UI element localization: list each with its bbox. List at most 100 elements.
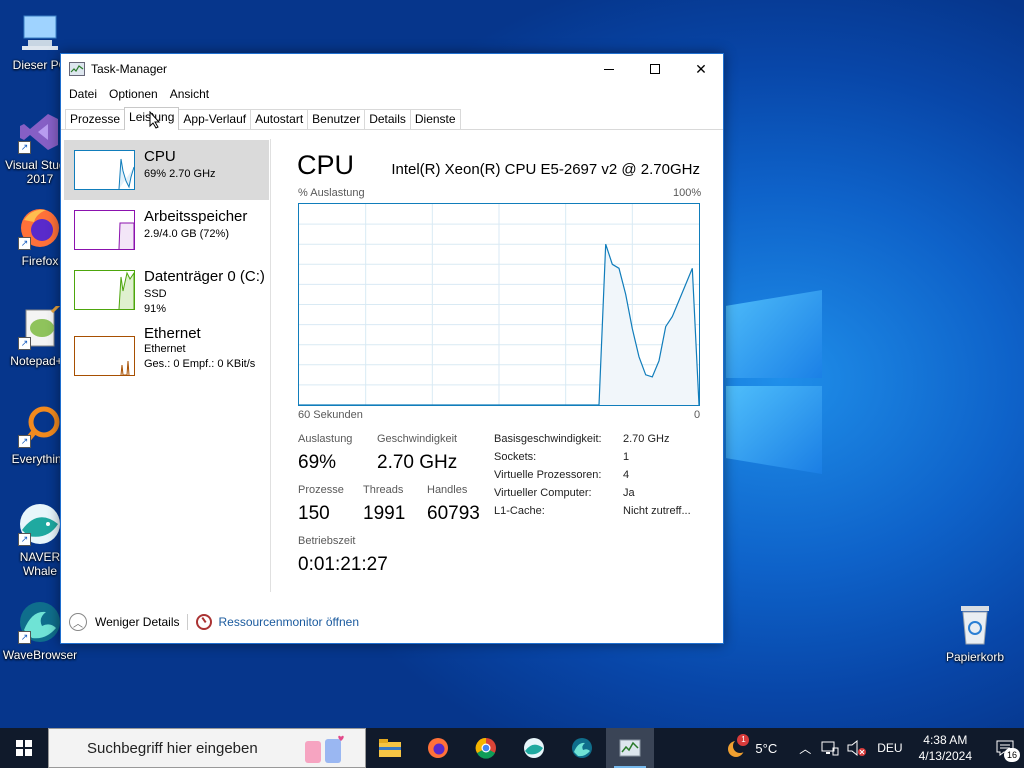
firefox-icon: ↗ [18,206,62,250]
shortcut-arrow-icon: ↗ [18,533,31,546]
weather-temperature[interactable]: 5°C [755,741,777,756]
taskbar-wavebrowser[interactable] [558,728,606,768]
taskbar-task-manager[interactable] [606,728,654,768]
menu-bar: Datei Optionen Ansicht [61,84,723,104]
recycle-bin-icon [953,602,997,646]
cpu-heading: CPU [297,150,355,180]
sidebar-ethernet-line1: Ethernet [144,343,186,355]
notepadpp-icon: ↗ [18,300,64,350]
clock[interactable]: 4:38 AM 4/13/2024 [919,732,972,764]
detail-key: Basisgeschwindigkeit: [494,433,602,445]
taskbar-chrome[interactable] [462,728,510,768]
search-placeholder: Suchbegriff hier eingeben [87,739,258,757]
taskbar-search-box[interactable]: Suchbegriff hier eingeben [48,728,366,768]
maximize-button[interactable] [632,54,678,84]
detail-value: 1 [623,451,630,463]
mouse-cursor-icon [149,111,161,129]
title-bar[interactable]: Task-Manager ✕ [61,54,723,84]
desktop-icon-label: Papierkorb [945,650,1005,664]
menu-datei[interactable]: Datei [63,87,103,101]
everything-icon: ↗ [18,404,62,448]
naver-whale-icon [524,738,544,758]
graph-x-left-label: 60 Sekunden [298,409,363,421]
system-tray: 1 5°C ︿ DEU 4:38 AM 4/13/2024 16 [723,728,1024,768]
menu-ansicht[interactable]: Ansicht [164,87,215,101]
volume-muted-icon[interactable] [847,739,867,757]
network-icon[interactable] [821,740,839,756]
sidebar-item-cpu[interactable]: CPU 69% 2.70 GHz [64,140,269,200]
performance-sidebar: CPU 69% 2.70 GHz Arbeitsspeicher 2.9/4.0… [61,139,271,592]
clock-time: 4:38 AM [923,733,968,747]
windows-wallpaper-logo [726,290,822,480]
firefox-icon [428,738,448,758]
visual-studio-icon: ↗ [18,110,62,154]
tab-details[interactable]: Details [364,109,411,129]
wavebrowser-icon [572,738,592,758]
auslastung-value: 69% [298,452,337,473]
weather-widget[interactable]: 1 [723,728,750,768]
taskbar-file-explorer[interactable] [366,728,414,768]
cpu-model: Intel(R) Xeon(R) CPU E5-2697 v2 @ 2.70GH… [391,161,700,178]
betriebszeit-label: Betriebszeit [298,535,356,547]
sidebar-memory-name: Arbeitsspeicher [144,208,248,225]
ethernet-thumbnail [74,336,135,376]
start-button[interactable] [0,728,48,768]
desktop-icon-label: WaveBrowser [2,648,78,662]
minimize-button[interactable] [586,54,632,84]
naver-whale-icon: ↗ [18,502,62,546]
sidebar-cpu-name: CPU [144,148,176,165]
input-language[interactable]: DEU [877,741,902,755]
sidebar-item-ethernet[interactable]: Ethernet Ethernet Ges.: 0 Empf.: 0 KBit/… [64,325,269,386]
taskbar-naver-whale[interactable] [510,728,558,768]
less-details-button[interactable]: Weniger Details [95,615,179,629]
cpu-usage-chart [298,204,700,406]
task-manager-window[interactable]: Task-Manager ✕ Datei Optionen Ansicht Pr… [60,53,724,644]
handles-label: Handles [427,484,468,496]
footer-divider [187,614,189,630]
threads-value: 1991 [363,503,406,524]
shortcut-arrow-icon: ↗ [18,435,31,448]
minimize-icon [604,68,614,70]
task-manager-icon [69,62,85,76]
sidebar-cpu-line1: 69% 2.70 GHz [144,168,216,180]
sidebar-ethernet-name: Ethernet [144,325,201,342]
sidebar-disk-line1: SSD [144,288,167,300]
detail-value: 2.70 GHz [623,433,670,445]
prozesse-label: Prozesse [298,484,344,496]
tab-dienste[interactable]: Dienste [409,109,461,129]
resource-monitor-link[interactable]: Ressourcenmonitor öffnen [218,615,359,629]
detail-key: Virtuelle Prozessoren: [494,469,602,481]
detail-key: Sockets: [494,451,537,463]
sidebar-item-disk[interactable]: Datenträger 0 (C:) SSD 91% [64,260,269,320]
tab-app-verlauf[interactable]: App-Verlauf [178,109,252,129]
close-button[interactable]: ✕ [678,54,724,84]
action-center-button[interactable]: 16 [990,728,1020,768]
shortcut-arrow-icon: ↗ [18,141,31,154]
menu-optionen[interactable]: Optionen [103,87,164,101]
desktop-icon-recycle-bin[interactable]: Papierkorb [937,602,1013,664]
taskbar: Suchbegriff hier eingeben 1 5°C ︿ DEU 4:… [0,728,1024,768]
geschwindigkeit-label: Geschwindigkeit [377,433,458,445]
graph-y-label: % Auslastung [298,187,365,199]
chevron-up-icon[interactable]: ︿ [69,613,87,631]
folder-icon [379,739,401,757]
shortcut-arrow-icon: ↗ [18,337,31,350]
detail-value: 4 [623,469,630,481]
window-footer: ︿ Weniger Details Ressourcenmonitor öffn… [61,606,723,638]
tab-prozesse[interactable]: Prozesse [65,109,126,129]
sidebar-ethernet-line2: Ges.: 0 Empf.: 0 KBit/s [144,358,256,370]
taskbar-firefox[interactable] [414,728,462,768]
this-pc-icon [18,10,62,54]
sidebar-disk-name: Datenträger 0 (C:) [144,268,265,285]
sidebar-item-memory[interactable]: Arbeitsspeicher 2.9/4.0 GB (72%) [64,200,269,260]
resource-monitor-icon [196,614,213,630]
disk-thumbnail [74,270,135,310]
detail-value: Ja [623,487,635,499]
threads-label: Threads [363,484,404,496]
chrome-icon [475,737,496,759]
prozesse-value: 150 [298,503,330,524]
tab-autostart[interactable]: Autostart [250,109,309,129]
maximize-icon [650,64,660,74]
tab-benutzer[interactable]: Benutzer [307,109,366,129]
chevron-up-icon[interactable]: ︿ [799,740,811,757]
